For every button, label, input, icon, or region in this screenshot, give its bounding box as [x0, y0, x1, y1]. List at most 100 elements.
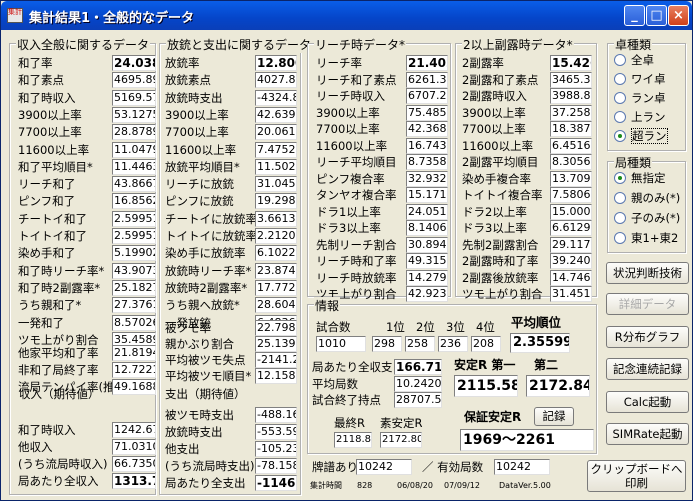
radio-circle-icon	[614, 73, 626, 85]
riichi-stat-label: 3900以上率	[316, 105, 380, 120]
income-stat-label: 染め手和了	[18, 246, 76, 261]
meld-stat-value: 37.2580	[550, 104, 592, 121]
final-r-label: 最終R	[334, 416, 365, 430]
expense-other-value: 12.1584	[255, 368, 297, 384]
table-type-radio-3[interactable]: 上ラン	[614, 109, 666, 125]
close-button[interactable]: ×	[668, 5, 689, 26]
income-stat-row: 7700以上率 28.8789	[18, 124, 158, 141]
memorial-record-button[interactable]: 記念連続記録	[606, 358, 689, 380]
expense-other-row: 平均被ツモ失点 -2141.2	[165, 352, 301, 368]
income-stat-label: 3900以上率	[18, 107, 82, 122]
expense-stat-value: 31.0450	[255, 176, 297, 193]
income-stat-row: 3900以上率 53.1275	[18, 106, 158, 123]
expense-stat-row: 放銃時2副露率* 17.7726	[165, 279, 301, 296]
rank-1-value: 298	[372, 336, 402, 352]
minimize-button[interactable]: _	[624, 5, 645, 26]
expense-stat-row: 放銃率 12.800	[165, 55, 301, 71]
info-group-caption: 情報	[314, 297, 341, 314]
table-type-radio-4[interactable]: 超ラン	[614, 128, 668, 144]
calc-launch-button[interactable]: Calc起動	[606, 391, 689, 413]
meld-stat-row: 染め手複合率 13.7096	[462, 170, 596, 187]
expense-stat-label: 染め手に放銃率	[165, 246, 246, 261]
expense-expected-row: 放銃時支出 -553.59	[165, 424, 301, 440]
riichi-stat-row: リーチ和了素点 6261.33	[316, 71, 450, 88]
riichi-stat-row: タンヤオ複合率 15.1711	[316, 187, 450, 203]
seat-type-radio-label: 親のみ(*)	[631, 191, 681, 205]
situation-judgement-button[interactable]: 状況判断技術	[606, 262, 689, 284]
games-value: 1010	[316, 336, 366, 352]
riichi-stat-row: ピンフ複合率 32.9324	[316, 170, 450, 187]
meld-stat-value: 14.7468	[550, 269, 592, 286]
income-stat-value: 2.59951	[112, 228, 156, 244]
expense-stat-row: 放銃時リーチ率*23.8749	[165, 262, 301, 279]
income-stat-value: 28.8789	[112, 124, 156, 141]
meld-stat-value: 31.4516	[550, 286, 592, 302]
expense-expected-value: -78.158	[255, 458, 297, 474]
meld-stat-row: ツモ上がり割合 31.4516	[462, 286, 596, 302]
meld-stat-value: 15.0000	[550, 203, 592, 220]
clipboard-print-button[interactable]: クリップボードへ 印刷	[587, 460, 686, 492]
meld-stat-value: 15.426	[550, 55, 592, 71]
income-expected-row: 局あたり全収入 1313.70	[18, 473, 158, 489]
seat-type-radio-0[interactable]: 無指定	[614, 170, 666, 186]
title-bar[interactable]: 集計 集計結果1・全般的なデータ _ □ ×	[1, 1, 692, 30]
expense-expected-value: -105.23	[255, 441, 297, 457]
seat-type-radio-3[interactable]: 東1+東2	[614, 230, 678, 246]
rank-label-1: 1位	[386, 320, 405, 334]
riichi-stat-value: 42.3681	[406, 121, 448, 137]
expense-expected-caption: 支出（期待値）	[165, 387, 246, 401]
expense-stat-label: 放銃率	[165, 56, 200, 70]
riichi-stat-value: 8.14061	[406, 220, 448, 236]
table-type-radio-2[interactable]: ラン卓	[614, 90, 666, 106]
income-expected-value: 66.7350	[112, 456, 156, 472]
income-stat-label: 和了時2副露率*	[18, 280, 101, 295]
income-expected-row: 和了時収入 1242.67	[18, 422, 158, 438]
stable-r-first-value: 2115.58	[454, 375, 518, 397]
riichi-stat-label: 7700以上率	[316, 122, 380, 136]
r-distribution-graph-button[interactable]: R分布グラフ	[606, 326, 689, 348]
income-group: 収入全般に関するデータ 和了率 24.038 和了素点 4695.89 和了時収入 516…	[9, 36, 158, 495]
meld-stat-label: 2副露和了素点	[462, 72, 539, 87]
detail-data-button[interactable]: 詳細データ	[606, 293, 689, 315]
riichi-stat-label: リーチ和了素点	[316, 72, 397, 87]
income-other-value: 12.7221	[112, 362, 156, 378]
footer-label: 集計時間	[310, 481, 342, 490]
meld-stat-value: 7.58064	[550, 187, 592, 203]
riichi-stat-label: リーチ率	[316, 56, 362, 70]
client-area: 収入全般に関するデータ 和了率 24.038 和了素点 4695.89 和了時収入 516…	[4, 30, 689, 498]
expense-stat-row: 11600以上率 7.47520	[165, 141, 301, 158]
expense-other-row: 被ツモ率 22.7982	[165, 320, 301, 336]
meld-stat-label: 染め手複合率	[462, 171, 531, 186]
simrate-launch-button[interactable]: SIMRate起動	[606, 423, 689, 445]
table-type-radio-label: 上ラン	[631, 110, 666, 124]
paifu-value: 10242	[356, 459, 412, 475]
income-stat-row: ピンフ和了 16.8562	[18, 193, 158, 210]
seat-type-radio-2[interactable]: 子のみ(*)	[614, 210, 680, 226]
riichi-stat-value: 24.0518	[406, 203, 448, 220]
meld-stat-value: 3988.87	[550, 88, 592, 104]
income-other-row: 他家平均和了率 21.8194	[18, 345, 158, 361]
meld-stat-value: 6.61290	[550, 220, 592, 236]
expense-stat-row: トイトイに放銃率2.21205	[165, 228, 301, 244]
income-stat-value: 25.1827	[112, 279, 156, 296]
riichi-stat-row: リーチ平均順目 8.73588	[316, 154, 450, 170]
income-stat-row: 和了率 24.038	[18, 55, 158, 71]
meld-stat-row: 2副露率 15.426	[462, 55, 596, 71]
paifu-label: 牌譜あり	[312, 460, 358, 474]
record-button[interactable]: 記録	[534, 407, 574, 426]
seat-type-radio-1[interactable]: 親のみ(*)	[614, 190, 680, 206]
table-type-caption: 卓種類	[614, 36, 653, 53]
riichi-stat-row: 11600以上率 16.7437	[316, 137, 450, 154]
income-other-value: 49.1688	[112, 379, 156, 395]
app-window: 集計 集計結果1・全般的なデータ _ □ × 収入全般に関するデータ 和了率 24…	[0, 0, 693, 501]
meld-stat-row: 11600以上率 6.45161	[462, 137, 596, 154]
table-type-radio-1[interactable]: ワイ卓	[614, 71, 666, 87]
riichi-stat-label: ピンフ複合率	[316, 171, 385, 186]
print-label: 印刷	[625, 476, 648, 490]
table-type-radio-label: 超ラン	[631, 128, 668, 144]
maximize-button[interactable]: □	[646, 5, 667, 26]
riichi-stat-value: 6261.33	[406, 71, 448, 88]
expense-stat-row: 放銃素点 4027.84	[165, 72, 301, 89]
income-stat-row: 和了素点 4695.89	[18, 72, 158, 89]
table-type-radio-0[interactable]: 全卓	[614, 52, 654, 68]
